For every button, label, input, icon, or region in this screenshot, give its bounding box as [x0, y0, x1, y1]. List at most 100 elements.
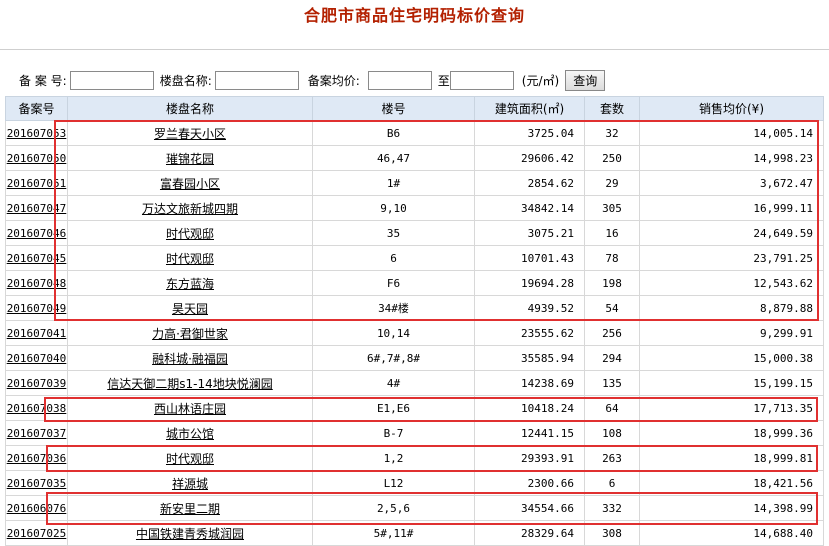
project-name-link[interactable]: 东方蓝海 [166, 277, 214, 291]
project-name-cell: 新安里二期 [67, 495, 313, 521]
project-name-link[interactable]: 时代观邸 [166, 227, 214, 241]
record-id-link[interactable]: 201607049 [7, 302, 67, 315]
avg-price-cell: 17,713.35 [639, 395, 824, 421]
project-name-link[interactable]: 信达天御二期s1-14地块悦澜园 [107, 377, 273, 391]
record-id-cell: 201607046 [5, 220, 68, 246]
record-id-link[interactable]: 201607051 [7, 177, 67, 190]
floor-area-cell: 10701.43 [474, 245, 585, 271]
record-id-link[interactable]: 201607050 [7, 152, 67, 165]
table-row: 201607040 融科城·融福园 6#,7#,8# 35585.94 294 15,00… [5, 345, 824, 371]
project-name-link[interactable]: 璀锦花园 [166, 152, 214, 166]
record-id-link[interactable]: 201607046 [7, 227, 67, 240]
record-id-link[interactable]: 201607048 [7, 277, 67, 290]
floor-area-cell: 14238.69 [474, 370, 585, 396]
building-no-cell: 6 [312, 245, 475, 271]
record-id-link[interactable]: 201607053 [7, 127, 67, 140]
search-bar: 备 案 号: 楼盘名称: 备案均价: 至 (元/㎡) 查询 [5, 67, 823, 94]
table-row: 201607050 璀锦花园 46,47 29606.42 250 14,998.23 [5, 145, 824, 171]
floor-area-cell: 29606.42 [474, 145, 585, 171]
project-name-link[interactable]: 时代观邸 [166, 252, 214, 266]
table-row: 201607036 时代观邸 1,2 29393.91 263 18,999.81 [5, 445, 824, 471]
project-name-link[interactable]: 城市公馆 [166, 427, 214, 441]
record-id-link[interactable]: 201607038 [7, 402, 67, 415]
table-row: 201607039 信达天御二期s1-14地块悦澜园 4# 14238.69 135 15… [5, 370, 824, 396]
building-no-cell: 5#,11# [312, 520, 475, 546]
record-id-link[interactable]: 201607039 [7, 377, 67, 390]
building-no-cell: 9,10 [312, 195, 475, 221]
header-floor-area[interactable]: 建筑面积(㎡) [474, 96, 585, 121]
floor-area-cell: 29393.91 [474, 445, 585, 471]
unit-count-cell: 250 [584, 145, 640, 171]
unit-count-cell: 16 [584, 220, 640, 246]
avg-price-cell: 18,421.56 [639, 470, 824, 496]
header-project-name[interactable]: 楼盘名称 [67, 96, 313, 121]
project-name-link[interactable]: 昊天园 [172, 302, 208, 316]
project-name-link[interactable]: 富春园小区 [160, 177, 220, 191]
table-row: 201607048 东方蓝海 F6 19694.28 198 12,543.62 [5, 270, 824, 296]
record-id-cell: 201607049 [5, 295, 68, 321]
floor-area-cell: 3725.04 [474, 120, 585, 146]
table-row: 201607047 万达文旅新城四期 9,10 34842.14 305 16,999.1… [5, 195, 824, 221]
price-min-input[interactable] [367, 71, 432, 90]
record-id-cell: 201607050 [5, 145, 68, 171]
project-name-cell: 力高·君御世家 [67, 320, 313, 346]
project-name-cell: 祥源城 [67, 470, 313, 496]
record-id-input[interactable] [69, 71, 154, 90]
record-id-cell: 201607047 [5, 195, 68, 221]
record-id-link[interactable]: 201607041 [7, 327, 67, 340]
project-name-link[interactable]: 新安里二期 [160, 502, 220, 516]
unit-count-cell: 108 [584, 420, 640, 446]
avg-price-cell: 8,879.88 [639, 295, 824, 321]
record-id-link[interactable]: 201606076 [7, 502, 67, 515]
table-row: 201607038 西山林语庄园 E1,E6 10418.24 64 17,713.35 [5, 395, 824, 421]
record-id-link[interactable]: 201607037 [7, 427, 67, 440]
record-id-cell: 201607045 [5, 245, 68, 271]
unit-count-cell: 6 [584, 470, 640, 496]
project-name-link[interactable]: 力高·君御世家 [152, 327, 228, 341]
floor-area-cell: 23555.62 [474, 320, 585, 346]
avg-price-cell: 23,791.25 [639, 245, 824, 271]
unit-count-cell: 135 [584, 370, 640, 396]
record-id-link[interactable]: 201607025 [7, 527, 67, 540]
record-id-link[interactable]: 201607040 [7, 352, 67, 365]
project-name-cell: 昊天园 [67, 295, 313, 321]
header-record-id[interactable]: 备案号 [5, 96, 68, 121]
project-name-cell: 中国铁建青秀城润园 [67, 520, 313, 546]
building-no-cell: 1# [312, 170, 475, 196]
project-name-link[interactable]: 西山林语庄园 [154, 402, 226, 416]
project-name-link[interactable]: 罗兰春天小区 [154, 127, 226, 141]
header-unit-count[interactable]: 套数 [584, 96, 640, 121]
price-max-input[interactable] [449, 71, 514, 90]
project-name-cell: 时代观邸 [67, 445, 313, 471]
project-name-link[interactable]: 万达文旅新城四期 [142, 202, 238, 216]
project-name-link[interactable]: 中国铁建青秀城润园 [136, 527, 244, 541]
avg-price-cell: 14,998.23 [639, 145, 824, 171]
building-no-cell: 10,14 [312, 320, 475, 346]
results-table: 备案号 楼盘名称 楼号 建筑面积(㎡) 套数 销售均价(¥) 201607053… [5, 96, 824, 546]
record-id-link[interactable]: 201607045 [7, 252, 67, 265]
floor-area-cell: 3075.21 [474, 220, 585, 246]
project-name-input[interactable] [214, 71, 299, 90]
avg-price-cell: 18,999.81 [639, 445, 824, 471]
avg-price-cell: 15,000.38 [639, 345, 824, 371]
record-id-cell: 201607037 [5, 420, 68, 446]
project-name-link[interactable]: 融科城·融福园 [152, 352, 228, 366]
building-no-cell: 2,5,6 [312, 495, 475, 521]
record-id-link[interactable]: 201607047 [7, 202, 67, 215]
building-no-cell: 1,2 [312, 445, 475, 471]
record-id-cell: 201607039 [5, 370, 68, 396]
record-id-cell: 201607025 [5, 520, 68, 546]
project-name-cell: 信达天御二期s1-14地块悦澜园 [67, 370, 313, 396]
project-name-cell: 富春园小区 [67, 170, 313, 196]
avg-price-cell: 14,005.14 [639, 120, 824, 146]
floor-area-cell: 28329.64 [474, 520, 585, 546]
project-name-link[interactable]: 时代观邸 [166, 452, 214, 466]
project-name-link[interactable]: 祥源城 [172, 477, 208, 491]
search-button[interactable]: 查询 [565, 70, 606, 91]
header-building-no[interactable]: 楼号 [312, 96, 475, 121]
record-id-link[interactable]: 201607036 [7, 452, 67, 465]
title-divider [0, 49, 829, 50]
price-unit-label: (元/㎡) [521, 74, 560, 88]
header-avg-price[interactable]: 销售均价(¥) [639, 96, 824, 121]
record-id-link[interactable]: 201607035 [7, 477, 67, 490]
